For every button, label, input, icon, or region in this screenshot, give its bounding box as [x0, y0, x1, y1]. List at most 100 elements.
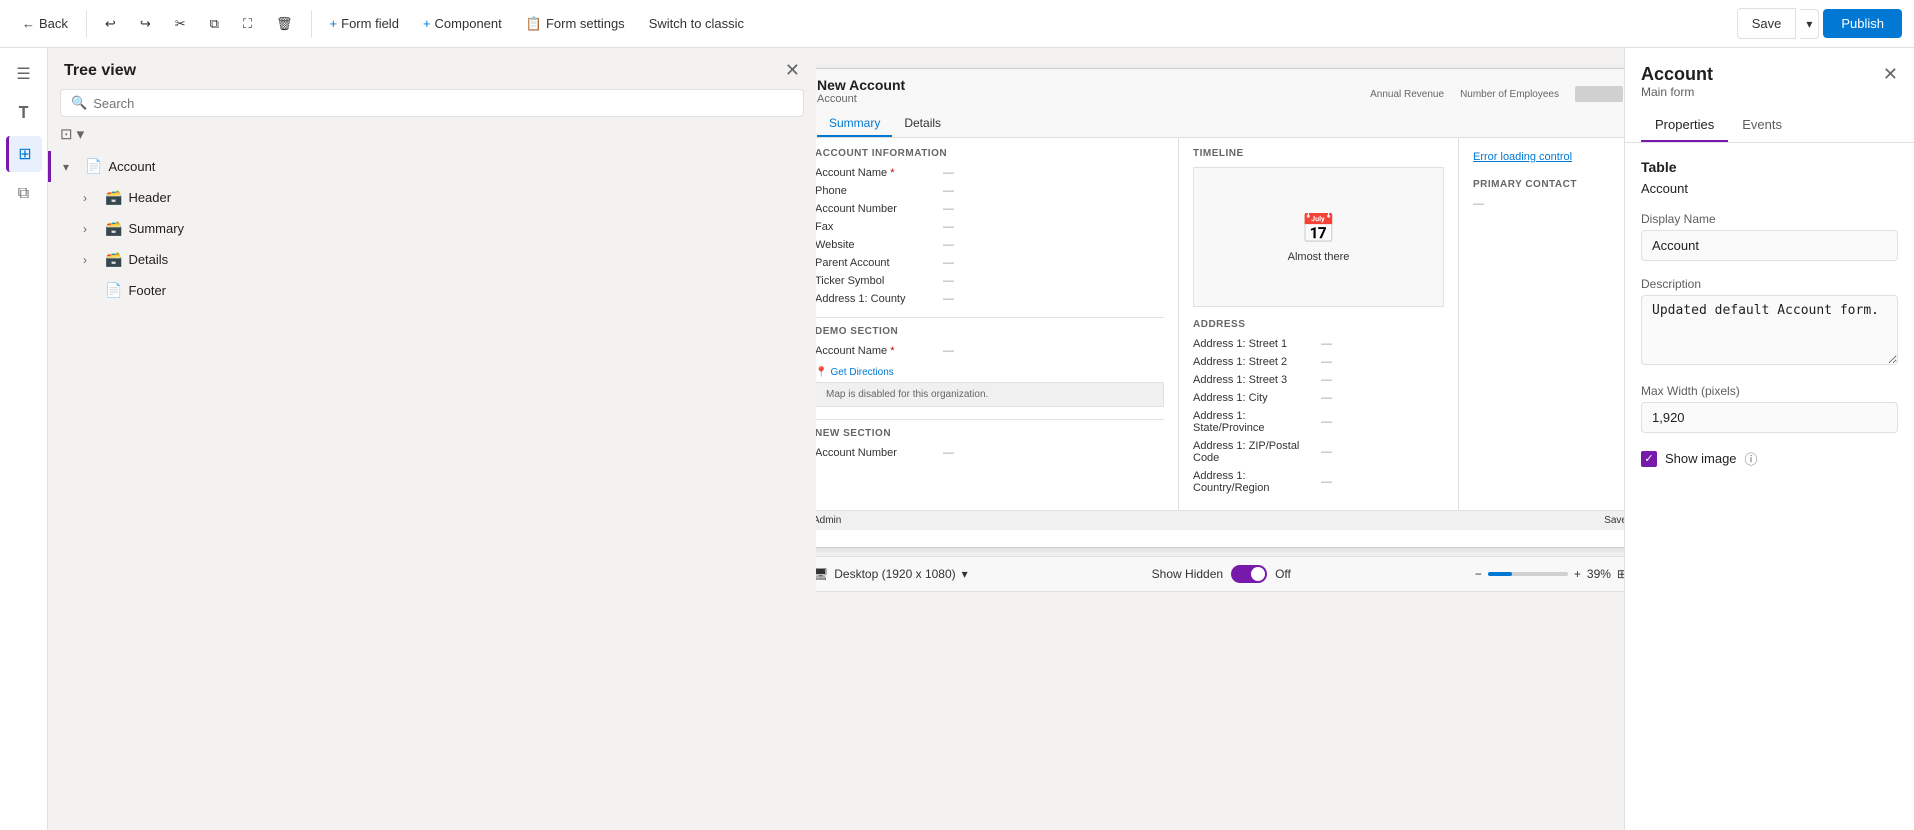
timeline-section-title: Timeline	[1193, 148, 1444, 159]
publish-button[interactable]: Publish	[1823, 9, 1902, 38]
map-disabled-box: Map is disabled for this organization.	[816, 382, 1164, 407]
footer-action-label: Admin	[816, 515, 841, 526]
search-icon: 🔍	[71, 95, 87, 111]
zoom-label: 39%	[1587, 567, 1611, 581]
rp-max-width-input[interactable]	[1641, 402, 1898, 433]
filter-icon: ⊡	[60, 125, 73, 143]
search-input[interactable]	[93, 96, 793, 111]
rp-display-name-input[interactable]	[1641, 230, 1898, 261]
component-button[interactable]: + Component	[413, 10, 512, 37]
zoom-minus-icon[interactable]: −	[1475, 567, 1482, 581]
form-right-col: Error loading control Primary Contact —	[1459, 138, 1624, 510]
copy-icon: ⧉	[210, 16, 219, 32]
form-left-col: ACCOUNT INFORMATION Account Name * — Pho…	[816, 138, 1179, 510]
rp-max-width-label: Max Width (pixels)	[1641, 384, 1898, 398]
tree-item-footer[interactable]: › 📄 Footer	[48, 275, 816, 306]
back-label: Back	[39, 16, 68, 31]
show-image-info-icon[interactable]: ⓘ	[1745, 449, 1758, 468]
delete-button[interactable]: 🗑	[266, 10, 303, 38]
divider-1	[86, 10, 87, 38]
expand-details-icon: ›	[83, 253, 99, 267]
header-control-widget	[1575, 86, 1623, 102]
rp-description-textarea[interactable]: Updated default Account form.	[1641, 295, 1898, 365]
canvas-footer: 🖥 Desktop (1920 x 1080) ▾ Show Hidden Of…	[816, 556, 1624, 592]
switch-classic-button[interactable]: Switch to classic	[639, 10, 754, 37]
timeline-icon: 📅	[1301, 212, 1336, 245]
component-label: Component	[435, 16, 502, 31]
expand-account-icon: ▾	[63, 160, 79, 174]
tree-item-account[interactable]: ▾ 📄 Account	[48, 151, 816, 182]
back-button[interactable]: ← Back	[12, 10, 78, 37]
expand-summary-icon: ›	[83, 222, 99, 236]
field-ticker: Ticker Symbol —	[816, 275, 1164, 287]
primary-contact-label: Primary Contact	[1473, 179, 1624, 190]
field-country: Address 1: Country/Region —	[1193, 470, 1444, 494]
field-fax: Fax —	[816, 221, 1164, 233]
cut-button[interactable]: ✂	[165, 10, 196, 38]
rp-title-row: Account ✕	[1641, 64, 1898, 85]
save-button[interactable]: Save	[1737, 8, 1797, 39]
show-hidden-label: Show Hidden	[1152, 567, 1223, 581]
plus-icon-2: +	[423, 16, 431, 31]
get-directions-link[interactable]: 📍 Get Directions	[816, 367, 1164, 378]
field-address-county: Address 1: County —	[816, 293, 1164, 305]
tree-item-header[interactable]: › 🗃️ Header	[48, 182, 816, 213]
copy-button[interactable]: ⧉	[200, 10, 229, 38]
form-settings-label: Form settings	[546, 16, 625, 31]
account-info-section-title: ACCOUNT INFORMATION	[816, 148, 1164, 159]
field-city: Address 1: City —	[1193, 392, 1444, 404]
error-loading-control[interactable]: Error loading control	[1473, 151, 1572, 163]
rp-tab-properties[interactable]: Properties	[1641, 109, 1728, 142]
form-field-button[interactable]: + Form field	[320, 10, 409, 37]
filter-button[interactable]: ⊡ ▾	[60, 125, 84, 143]
field-street2: Address 1: Street 2 —	[1193, 356, 1444, 368]
redo-button[interactable]: ↪	[130, 10, 161, 38]
save-dropdown-button[interactable]: ▾	[1800, 9, 1819, 39]
zoom-row: − + 39% ⊞	[1475, 567, 1624, 581]
tree-title: Tree view	[64, 62, 136, 80]
toggle-state-label: Off	[1275, 567, 1291, 581]
search-box: 🔍	[60, 89, 804, 117]
zoom-slider[interactable]	[1488, 572, 1568, 576]
sidebar-icon-layers[interactable]: ⊞	[6, 136, 42, 172]
details-folder-icon: 🗃️	[105, 251, 122, 268]
zoom-plus-icon[interactable]: +	[1574, 567, 1581, 581]
sidebar-icon-grid[interactable]: ⧉	[6, 176, 42, 212]
address-section: ADDRESS Address 1: Street 1 — Address 1:…	[1193, 319, 1444, 494]
form-tabs: Summary Details	[817, 111, 1623, 137]
form-body: ACCOUNT INFORMATION Account Name * — Pho…	[816, 138, 1624, 510]
sidebar-icon-text[interactable]: 𝐓	[6, 96, 42, 132]
tree-item-summary[interactable]: › 🗃️ Summary	[48, 213, 816, 244]
field-phone: Phone —	[816, 185, 1164, 197]
rp-close-button[interactable]: ✕	[1883, 64, 1898, 85]
sidebar-icon-menu[interactable]: ☰	[6, 56, 42, 92]
rp-description-label: Description	[1641, 277, 1898, 291]
form-title: New Account	[817, 77, 905, 93]
show-image-checkbox[interactable]: ✓	[1641, 451, 1657, 467]
new-section: New Section Account Number —	[816, 419, 1164, 459]
expand-icon: ⛶	[243, 16, 252, 32]
form-tab-summary[interactable]: Summary	[817, 111, 892, 137]
address-section-title: ADDRESS	[1193, 319, 1444, 330]
tree-item-details[interactable]: › 🗃️ Details	[48, 244, 816, 275]
undo-button[interactable]: ↩	[95, 10, 126, 38]
demo-section: Demo Section Account Name * —	[816, 317, 1164, 357]
rp-table-section-title: Table	[1641, 159, 1898, 175]
show-hidden-toggle[interactable]	[1231, 565, 1267, 583]
almost-there-text: Almost there	[1288, 251, 1350, 263]
desktop-selector[interactable]: 🖥 Desktop (1920 x 1080) ▾	[816, 567, 968, 581]
field-account-number: Account Number —	[816, 203, 1164, 215]
back-icon: ←	[22, 16, 35, 31]
form-preview-header: New Account Account Annual Revenue Numbe…	[816, 69, 1624, 138]
expand-button[interactable]: ⛶	[233, 10, 262, 38]
form-settings-button[interactable]: 📋 Form settings	[516, 10, 635, 38]
fit-icon[interactable]: ⊞	[1617, 567, 1624, 581]
form-footer-bar: Admin Save	[816, 510, 1624, 530]
chevron-down-icon: ▾	[962, 567, 968, 581]
field-new-account-number: Account Number —	[816, 447, 1164, 459]
tree-close-button[interactable]: ✕	[785, 60, 800, 81]
form-tab-details[interactable]: Details	[892, 111, 953, 137]
rp-tab-events[interactable]: Events	[1728, 109, 1796, 142]
demo-section-title: Demo Section	[816, 326, 1164, 337]
footer-save-label: Save	[1604, 515, 1624, 526]
